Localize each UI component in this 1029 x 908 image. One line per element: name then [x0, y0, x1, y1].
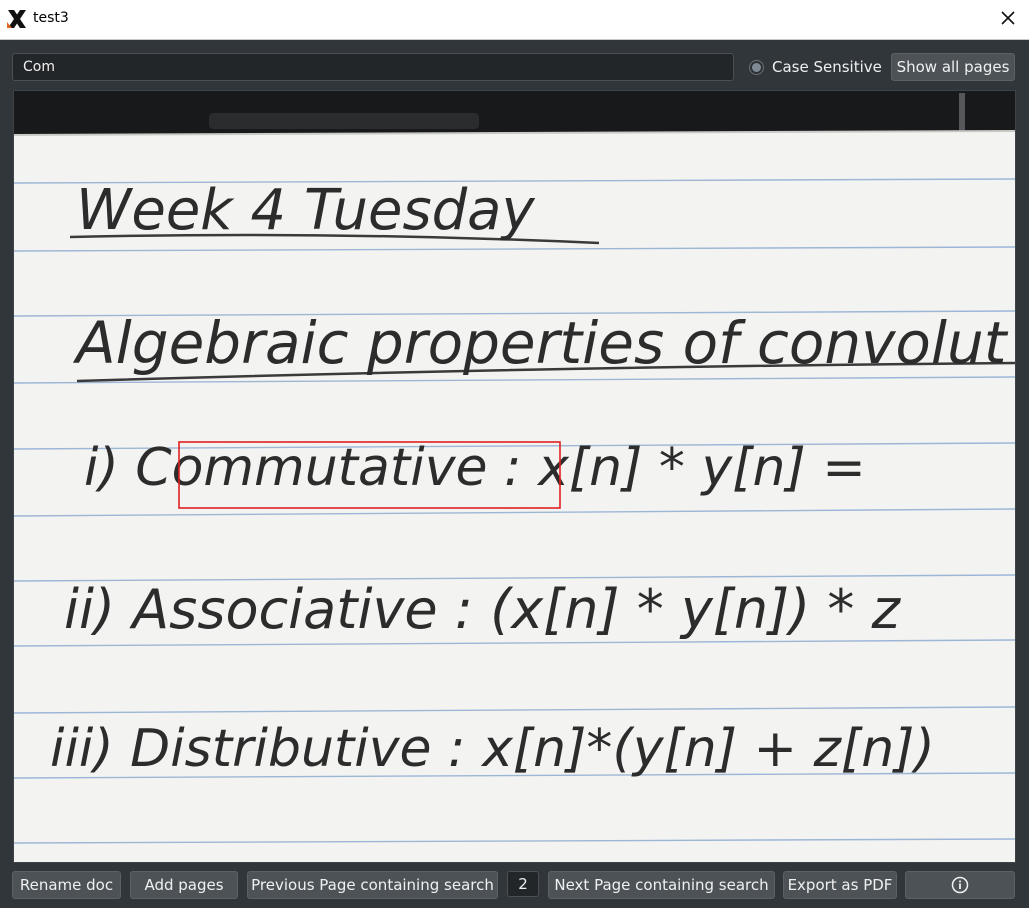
case-sensitive-radio[interactable] [749, 59, 764, 75]
info-icon [951, 876, 969, 893]
rename-doc-button[interactable]: Rename doc [12, 871, 121, 899]
case-sensitive-toggle[interactable]: Case Sensitive [749, 57, 882, 77]
next-page-search-button[interactable]: Next Page containing search [548, 871, 775, 899]
previous-page-search-button[interactable]: Previous Page containing search [247, 871, 498, 899]
page-view[interactable]: Week 4 Tuesday Algebraic properties of c… [13, 90, 1016, 863]
title-bar: test3 [0, 0, 1029, 40]
add-pages-button[interactable]: Add pages [130, 871, 238, 899]
show-all-pages-button[interactable]: Show all pages [891, 53, 1015, 81]
note-line-5: iii) Distributive : x[n]*(y[n] + z[n]) [50, 719, 935, 779]
close-icon[interactable] [999, 9, 1017, 27]
note-line-4: ii) Associative : (x[n] * y[n]) * z [64, 578, 902, 641]
search-input[interactable] [12, 53, 734, 81]
case-sensitive-label: Case Sensitive [772, 58, 882, 76]
x-logo-icon [7, 10, 26, 28]
info-button[interactable] [905, 871, 1015, 899]
note-line-2: Algebraic properties of convolut [72, 309, 1009, 377]
note-line-1: Week 4 Tuesday [76, 178, 535, 243]
page-image: Week 4 Tuesday Algebraic properties of c… [14, 91, 1015, 862]
export-pdf-button[interactable]: Export as PDF [783, 871, 897, 899]
window-title: test3 [33, 10, 69, 26]
page-number-field[interactable]: 2 [507, 871, 539, 897]
note-line-3: i) Commutative : x[n] * y[n] = [84, 438, 866, 498]
